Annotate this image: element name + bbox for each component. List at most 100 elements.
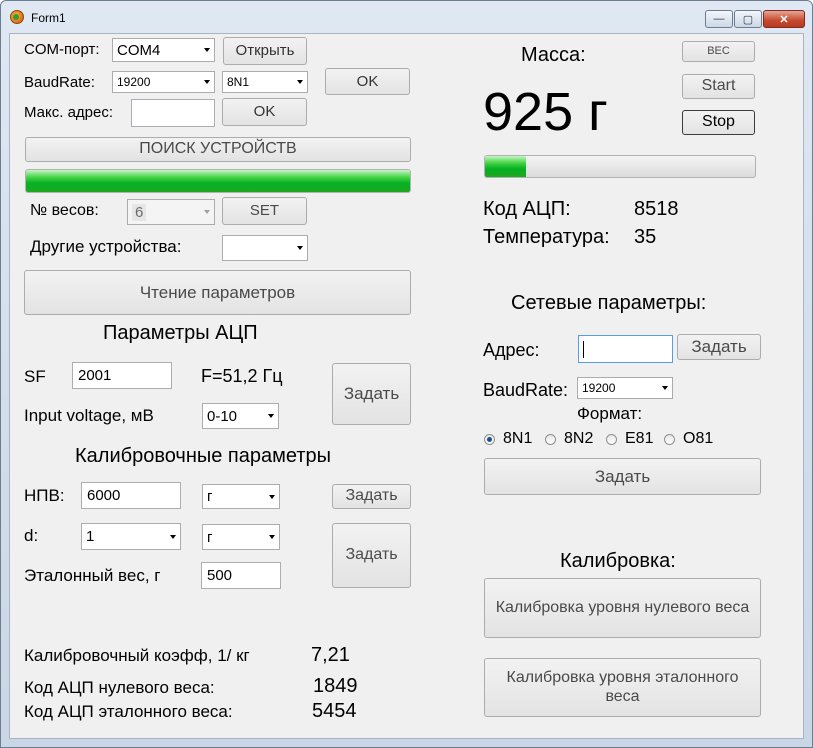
chevron-down-icon <box>269 494 275 499</box>
input-voltage-value: 0-10 <box>207 407 238 425</box>
max-address-label: Макс. адрес: <box>24 104 114 121</box>
scale-number-select[interactable]: 6 <box>127 199 215 225</box>
apply-port-button[interactable]: OK <box>325 68 410 95</box>
input-voltage-label: Input voltage, мВ <box>24 406 154 425</box>
com-port-label: COM-порт: <box>24 41 100 58</box>
temperature-label: Температура: <box>483 226 610 248</box>
ref-weight-label: Эталонный вес, г <box>24 566 161 585</box>
calibrate-reference-button[interactable]: Калибровка уровня эталонного веса <box>484 658 761 717</box>
d-select[interactable]: 1 <box>81 523 181 550</box>
set-scale-number-button[interactable]: SET <box>222 197 307 225</box>
chevron-down-icon <box>268 414 274 418</box>
set-address-button[interactable]: Задать <box>677 334 761 360</box>
stop-button[interactable]: Stop <box>682 110 755 135</box>
baudrate-value: 19200 <box>117 75 151 89</box>
format-radio-8n1-label[interactable]: 8N1 <box>503 430 532 448</box>
title-bar[interactable]: Form1 — ▢ ✕ <box>1 1 812 33</box>
npv-unit-select[interactable]: г <box>202 484 280 509</box>
main-window: Form1 — ▢ ✕ COM-порт: COM4 Открыть BaudR… <box>0 0 813 748</box>
com-port-value: COM4 <box>117 41 161 59</box>
set-network-params-button[interactable]: Задать <box>484 458 761 495</box>
calib-params-heading: Калибровочные параметры <box>75 445 331 467</box>
frequency-label: F=51,2 Гц <box>201 366 283 386</box>
device-search-button[interactable]: ПОИСК УСТРОЙСТВ <box>25 137 411 162</box>
set-npv-button[interactable]: Задать <box>332 484 411 509</box>
set-d-button[interactable]: Задать <box>332 523 411 588</box>
address-label: Адрес: <box>483 340 540 360</box>
format-radio-8n1[interactable] <box>484 434 495 445</box>
weight-mode-button[interactable]: ВЕС <box>682 41 755 62</box>
read-parameters-button[interactable]: Чтение параметров <box>24 270 411 315</box>
adc-ref-label: Код АЦП эталонного веса: <box>24 702 233 721</box>
calib-coeff-value: 7,21 <box>311 644 350 666</box>
adc-ref-value: 5454 <box>312 700 357 722</box>
search-progress-bar <box>25 169 411 193</box>
max-address-input[interactable] <box>131 99 215 127</box>
chevron-down-icon <box>204 48 210 52</box>
close-icon: ✕ <box>779 13 789 26</box>
format-radio-e81-label[interactable]: E81 <box>625 430 653 448</box>
chevron-down-icon <box>170 534 176 539</box>
address-input[interactable] <box>578 335 673 363</box>
chevron-down-icon <box>204 210 210 214</box>
format-radio-o81[interactable] <box>664 434 675 445</box>
d-unit-select[interactable]: г <box>202 524 280 550</box>
chevron-down-icon <box>297 80 303 84</box>
d-unit-value: г <box>207 528 213 546</box>
form-client-area: COM-порт: COM4 Открыть BaudRate: 19200 8… <box>9 33 804 739</box>
scale-number-label: № весов: <box>30 202 99 219</box>
minimize-icon: — <box>713 13 725 25</box>
npv-input[interactable]: 6000 <box>81 482 181 509</box>
format-radio-o81-label[interactable]: O81 <box>683 430 713 448</box>
window-title: Form1 <box>31 11 66 25</box>
d-label: d: <box>24 526 39 545</box>
adc-code-value: 8518 <box>634 198 679 220</box>
mass-label: Масса: <box>521 44 586 66</box>
calib-coeff-label: Калибровочный коэфф, 1/ кг <box>24 646 250 665</box>
set-adc-params-button[interactable]: Задать <box>332 363 411 425</box>
network-baudrate-select[interactable]: 19200 <box>577 377 673 399</box>
format-select[interactable]: 8N1 <box>222 71 308 93</box>
mass-progress-bar <box>484 155 756 178</box>
com-port-select[interactable]: COM4 <box>112 38 215 62</box>
chevron-down-icon <box>662 386 668 390</box>
app-icon <box>10 10 24 24</box>
network-baudrate-value: 19200 <box>582 381 616 395</box>
ref-weight-input[interactable]: 500 <box>201 562 281 589</box>
max-address-ok-button[interactable]: OK <box>222 98 307 126</box>
baudrate-label: BaudRate: <box>24 74 95 91</box>
open-port-button[interactable]: Открыть <box>223 37 307 65</box>
input-voltage-select[interactable]: 0-10 <box>202 403 279 429</box>
baudrate-select[interactable]: 19200 <box>112 71 215 93</box>
adc-zero-value: 1849 <box>313 675 358 697</box>
other-devices-select[interactable] <box>222 235 308 261</box>
network-params-heading: Сетевые параметры: <box>511 292 707 314</box>
maximize-button[interactable]: ▢ <box>734 10 762 28</box>
network-baudrate-label: BaudRate: <box>483 380 569 400</box>
format-radio-8n2[interactable] <box>545 434 556 445</box>
format-value: 8N1 <box>227 75 250 89</box>
npv-label: НПВ: <box>24 486 65 505</box>
scale-number-value: 6 <box>132 203 147 221</box>
adc-code-label: Код АЦП: <box>483 198 571 220</box>
chevron-down-icon <box>204 80 210 84</box>
format-radio-8n2-label[interactable]: 8N2 <box>564 430 593 448</box>
other-devices-label: Другие устройства: <box>30 237 182 256</box>
mass-value: 925 г <box>483 82 608 142</box>
maximize-icon: ▢ <box>742 13 754 26</box>
close-button[interactable]: ✕ <box>763 10 805 28</box>
calibrate-zero-button[interactable]: Калибровка уровня нулевого веса <box>484 578 761 638</box>
format-label: Формат: <box>577 404 643 423</box>
format-radio-e81[interactable] <box>606 434 617 445</box>
calibration-heading: Калибровка: <box>560 550 676 572</box>
adc-params-heading: Параметры АЦП <box>103 322 258 344</box>
d-value: 1 <box>86 528 95 545</box>
sf-input[interactable]: 2001 <box>72 362 172 389</box>
minimize-button[interactable]: — <box>705 10 733 28</box>
adc-zero-label: Код АЦП нулевого веса: <box>24 678 215 697</box>
start-button[interactable]: Start <box>682 74 755 99</box>
mass-progress-fill <box>485 156 526 177</box>
search-progress-fill <box>26 170 410 192</box>
temperature-value: 35 <box>634 226 657 248</box>
chevron-down-icon <box>297 246 303 250</box>
